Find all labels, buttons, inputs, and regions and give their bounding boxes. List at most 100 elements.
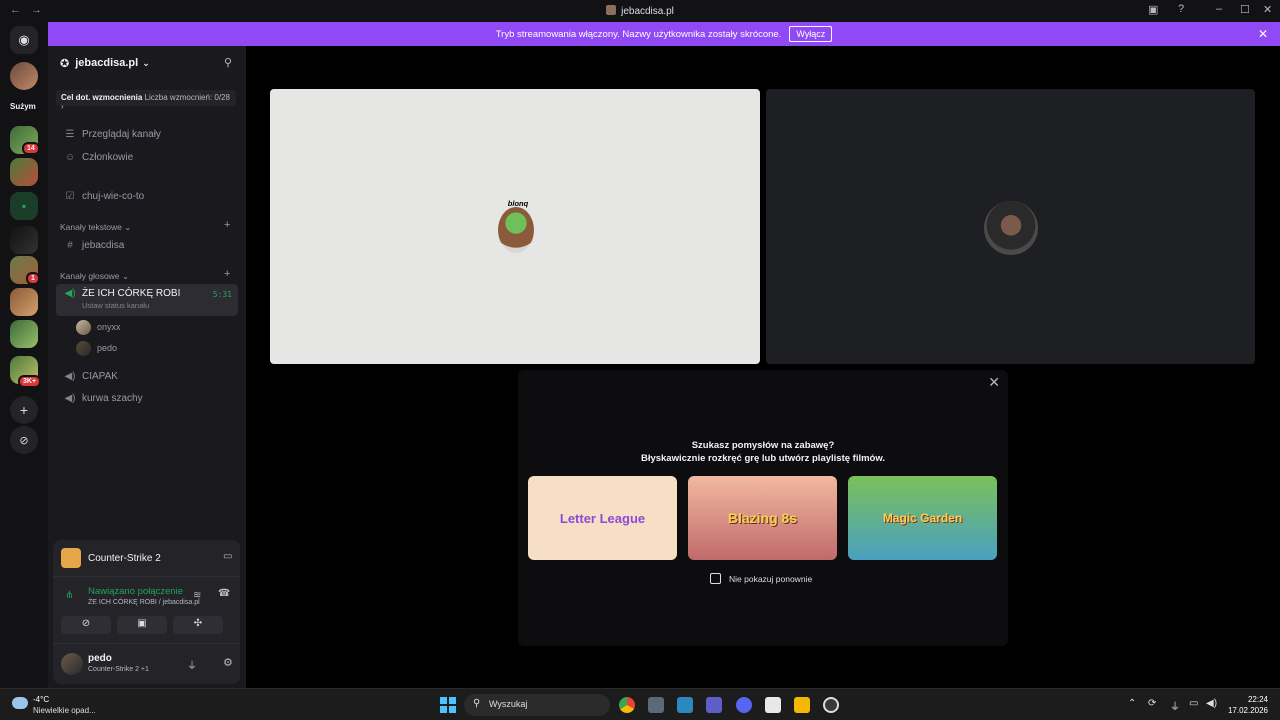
add-channel-icon[interactable]: + bbox=[224, 268, 230, 280]
voice-channel[interactable]: ◀) CIAPAK bbox=[56, 366, 238, 386]
server-icon[interactable] bbox=[10, 320, 38, 348]
game-card[interactable]: Magic Garden bbox=[848, 476, 997, 560]
noise-suppression-icon[interactable]: ≋ bbox=[193, 590, 201, 601]
screen-share-button[interactable]: ▣ bbox=[117, 616, 167, 634]
app-icon[interactable] bbox=[765, 697, 781, 713]
soundboard-button[interactable] bbox=[229, 616, 237, 634]
weather-icon[interactable] bbox=[12, 697, 28, 709]
avatar[interactable] bbox=[61, 653, 83, 675]
windows-taskbar: -4°C Niewielkie opad... ⚲ Wyszukaj ⌃ ⟳ ⏚ … bbox=[0, 688, 1280, 720]
game-card[interactable]: Blazing 8s bbox=[688, 476, 837, 560]
taskbar-search[interactable]: ⚲ Wyszukaj bbox=[464, 694, 610, 716]
channel-item[interactable]: # jebacdisa bbox=[56, 235, 238, 255]
boost-count: Liczba wzmocnień: 0/28 bbox=[144, 93, 230, 102]
server-list: ◉ Sużym 14 ▪ 1 3K+ + ⊘ bbox=[0, 22, 48, 688]
server-icon[interactable] bbox=[10, 288, 38, 316]
mention-badge: 1 bbox=[26, 272, 40, 285]
calculator-icon[interactable] bbox=[648, 697, 664, 713]
voice-user-name: pedo bbox=[97, 343, 118, 353]
add-channel-icon[interactable]: + bbox=[224, 219, 230, 231]
participant-tile[interactable]: blonq bbox=[270, 89, 760, 364]
guild-name: jebacdisa.pl bbox=[75, 57, 139, 69]
mention-badge: 14 bbox=[22, 142, 40, 155]
category-voice[interactable]: Kanały głosowe ⌄ bbox=[60, 271, 129, 282]
active-voice-info: ŻE ICH CÓRKĘ ROBI Ustaw status kanału bbox=[82, 288, 180, 310]
speaker-icon: ◀) bbox=[64, 370, 76, 382]
game-title: Blazing 8s bbox=[727, 510, 798, 526]
sync-icon[interactable]: ⟳ bbox=[1148, 698, 1156, 709]
chevron-down-icon: ⌄ bbox=[142, 57, 150, 68]
weather-temp: -4°C bbox=[33, 695, 50, 704]
minimize-icon[interactable]: – bbox=[1216, 3, 1222, 15]
banner-close-icon[interactable]: ✕ bbox=[1258, 27, 1268, 41]
category-label: Kanały tekstowe bbox=[60, 222, 122, 232]
disable-streamer-mode-button[interactable]: Wyłącz bbox=[789, 26, 833, 42]
stream-icon[interactable]: ▭ bbox=[223, 551, 232, 562]
voice-user[interactable]: onyxx bbox=[76, 318, 121, 336]
clock-time[interactable]: 22:24 bbox=[1228, 695, 1268, 704]
disconnect-icon[interactable]: ☎ bbox=[218, 588, 230, 599]
guild-header[interactable]: ✪ jebacdisa.pl ⌄ ⚲ bbox=[48, 46, 246, 80]
activities-button[interactable]: ✣ bbox=[173, 616, 223, 634]
chrome-icon[interactable] bbox=[619, 697, 635, 713]
avatar bbox=[984, 201, 1038, 255]
voice-user-name: onyxx bbox=[97, 322, 121, 332]
members-label: Członkowie bbox=[82, 151, 134, 163]
window-title-text: jebacdisa.pl bbox=[621, 6, 674, 17]
channel-item[interactable]: ☑ chuj-wie-co-to bbox=[56, 186, 238, 206]
activity-name: Counter-Strike 2 bbox=[88, 553, 161, 564]
server-icon[interactable] bbox=[10, 226, 38, 254]
participant-tile[interactable] bbox=[766, 89, 1255, 364]
title-bar: ←→ jebacdisa.pl ▣ ? – ☐ ✕ bbox=[0, 0, 1280, 22]
clock-date[interactable]: 17.02.2026 bbox=[1218, 706, 1268, 715]
screen-share-icon[interactable]: ▣ bbox=[1148, 3, 1158, 16]
close-icon[interactable]: ✕ bbox=[988, 374, 1000, 391]
username: pedo bbox=[88, 653, 112, 664]
activity-suggestion-popup: ✕ Szukasz pomysłów na zabawę? Błyskawicz… bbox=[518, 370, 1008, 646]
hash-icon: # bbox=[67, 239, 73, 251]
set-status-link[interactable]: Ustaw status kanału bbox=[82, 301, 180, 310]
start-icon[interactable] bbox=[440, 697, 456, 713]
monitor-app-icon[interactable] bbox=[677, 697, 693, 713]
voice-stage: blonq ✕ Szukasz pomysłów na zabawę? Błys… bbox=[246, 46, 1280, 688]
divider bbox=[53, 576, 240, 577]
folder-icon[interactable]: ▪ bbox=[10, 192, 38, 220]
list-icon: ☰ bbox=[65, 128, 75, 140]
checkbox-icon[interactable] bbox=[710, 573, 721, 584]
mic-icon[interactable]: ⏚ bbox=[187, 657, 197, 672]
mic-icon[interactable]: ⏚ bbox=[1170, 698, 1180, 713]
close-window-icon[interactable]: ✕ bbox=[1263, 3, 1272, 16]
chevron-right-icon: › bbox=[61, 102, 64, 111]
maximize-icon[interactable]: ☐ bbox=[1240, 3, 1250, 16]
browse-channels[interactable]: ☰ Przeglądaj kanały bbox=[56, 124, 238, 144]
steam-icon[interactable] bbox=[823, 697, 839, 713]
members-link[interactable]: ☺ Członkowie bbox=[56, 147, 238, 167]
app-icon[interactable] bbox=[794, 697, 810, 713]
invite-icon[interactable]: ⚲ bbox=[224, 56, 232, 69]
voice-user[interactable]: pedo bbox=[76, 339, 117, 357]
add-server-icon[interactable]: + bbox=[10, 396, 38, 424]
discord-home-icon[interactable]: ◉ bbox=[10, 26, 38, 54]
discover-icon[interactable]: ⊘ bbox=[10, 426, 38, 454]
dm-avatar[interactable] bbox=[10, 62, 38, 90]
dont-show-again-checkbox[interactable]: Nie pokazuj ponownie bbox=[710, 573, 812, 584]
window-title: jebacdisa.pl bbox=[0, 5, 1280, 17]
help-icon[interactable]: ? bbox=[1178, 3, 1184, 15]
start-pane bbox=[440, 697, 447, 704]
camera-off-button[interactable]: ⊘ bbox=[61, 616, 111, 634]
chevron-up-icon[interactable]: ⌃ bbox=[1128, 698, 1136, 709]
boost-goal-bar[interactable]: Cel dot. wzmocnienia Liczba wzmocnień: 0… bbox=[56, 90, 236, 111]
voice-channel[interactable]: ◀) kurwa szachy bbox=[56, 388, 238, 408]
voice-channel-active[interactable]: ◀) ŻE ICH CÓRKĘ ROBI Ustaw status kanału… bbox=[56, 284, 238, 316]
volume-icon[interactable]: ◀) bbox=[1206, 698, 1217, 709]
discord-icon[interactable] bbox=[736, 697, 752, 713]
teams-icon[interactable] bbox=[706, 697, 722, 713]
speaker-icon: ◀) bbox=[64, 288, 76, 299]
gear-icon[interactable]: ⚙ bbox=[223, 656, 233, 669]
signal-icon: ⋔ bbox=[65, 590, 74, 601]
network-icon[interactable]: ▭ bbox=[1189, 698, 1198, 709]
category-text[interactable]: Kanały tekstowe ⌄ bbox=[60, 222, 131, 233]
server-icon[interactable] bbox=[10, 158, 38, 186]
game-card[interactable]: Letter League bbox=[528, 476, 677, 560]
connection-status[interactable]: Nawiązano połączenie bbox=[88, 586, 183, 597]
